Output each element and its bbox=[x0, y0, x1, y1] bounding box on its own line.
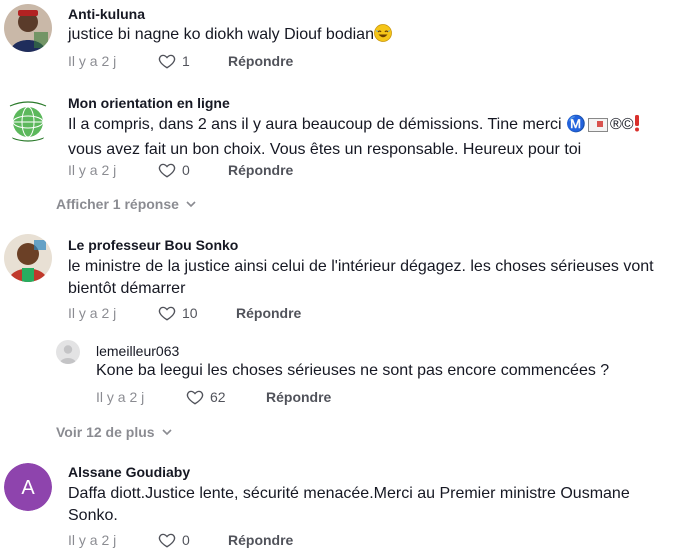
chevron-down-icon bbox=[186, 201, 196, 208]
comment-timestamp: Il y a 2 j bbox=[68, 305, 117, 321]
like-count: 62 bbox=[210, 389, 226, 405]
reply-button[interactable]: Répondre bbox=[228, 162, 293, 178]
comment-meta: Il y a 2 j 0 Répondre bbox=[68, 160, 293, 180]
reply-meta: Il y a 2 j 62 Répondre bbox=[96, 387, 331, 407]
comment-username[interactable]: Mon orientation en ligne bbox=[68, 94, 230, 112]
letter-avatar: A bbox=[4, 463, 52, 511]
view-more-replies-button[interactable]: Voir 12 de plus bbox=[56, 424, 173, 440]
reply-button[interactable]: Répondre bbox=[236, 305, 301, 321]
reply-username[interactable]: lemeilleur063 bbox=[96, 342, 179, 360]
comment-text-line1: Il a compris, dans 2 ans il y aura beauc… bbox=[68, 116, 586, 133]
show-replies-button[interactable]: Afficher 1 réponse bbox=[56, 196, 197, 212]
avatar-photo bbox=[4, 234, 52, 282]
comment-timestamp: Il y a 2 j bbox=[68, 162, 117, 178]
comment-text-body: justice bi nagne ko diokh waly Diouf bod… bbox=[68, 26, 374, 43]
reply-button[interactable]: Répondre bbox=[228, 53, 293, 69]
view-more-label: Voir 12 de plus bbox=[56, 424, 155, 440]
chevron-down-icon bbox=[161, 429, 172, 436]
heart-icon bbox=[158, 306, 176, 321]
reply-timestamp: Il y a 2 j bbox=[96, 389, 145, 405]
globe-logo-avatar bbox=[4, 96, 52, 144]
comment-timestamp: Il y a 2 j bbox=[68, 53, 117, 69]
reply-text: Kone ba leegui les choses sérieuses ne s… bbox=[96, 362, 610, 379]
like-button[interactable]: 1 bbox=[158, 52, 222, 70]
reply-button[interactable]: Répondre bbox=[228, 532, 293, 548]
comment-meta: Il y a 2 j 1 Répondre bbox=[68, 51, 293, 71]
comment-text: Daffa diott.Justice lente, sécurité mena… bbox=[68, 485, 630, 524]
like-count: 1 bbox=[182, 53, 190, 69]
like-count: 0 bbox=[182, 162, 190, 178]
comment-text-symbols: ®© bbox=[609, 116, 634, 133]
like-button[interactable]: 0 bbox=[158, 161, 222, 179]
show-replies-label: Afficher 1 réponse bbox=[56, 196, 179, 212]
default-user-avatar bbox=[56, 340, 80, 364]
heart-icon bbox=[158, 533, 176, 548]
avatar[interactable] bbox=[56, 340, 80, 364]
exclamation-icon bbox=[634, 114, 640, 139]
heart-icon bbox=[158, 54, 176, 69]
envelope-emoji-icon bbox=[587, 117, 608, 139]
comment-item: Anti-kuluna justice bi nagne ko diokh wa… bbox=[0, 0, 700, 80]
like-count: 0 bbox=[182, 532, 190, 548]
comment-username[interactable]: Le professeur Bou Sonko bbox=[68, 236, 238, 254]
comment-text-line2: vous avez fait un bon choix. Vous êtes u… bbox=[68, 141, 582, 158]
comment-timestamp: Il y a 2 j bbox=[68, 532, 117, 548]
avatar[interactable] bbox=[4, 96, 52, 144]
comment-username[interactable]: Alssane Goudiaby bbox=[68, 463, 190, 481]
heart-icon bbox=[158, 163, 176, 178]
comment-item: A Alssane Goudiaby Daffa diott.Justice l… bbox=[0, 455, 700, 553]
comment-text: Il a compris, dans 2 ans il y aura beauc… bbox=[68, 114, 688, 161]
reply-button[interactable]: Répondre bbox=[266, 389, 331, 405]
like-button[interactable]: 10 bbox=[158, 304, 230, 322]
avatar-letter: A bbox=[21, 477, 35, 499]
like-button[interactable]: 62 bbox=[186, 388, 260, 406]
comment-text: justice bi nagne ko diokh waly Diouf bod… bbox=[68, 24, 688, 49]
comment-text: le ministre de la justice ainsi celui de… bbox=[68, 258, 654, 297]
rofl-emoji-icon bbox=[374, 24, 392, 49]
like-count: 10 bbox=[182, 305, 198, 321]
comment-item: Mon orientation en ligne Il a compris, d… bbox=[0, 88, 700, 218]
comment-meta: Il y a 2 j 0 Répondre bbox=[68, 530, 293, 550]
avatar[interactable] bbox=[4, 234, 52, 282]
heart-icon bbox=[186, 390, 204, 405]
comment-meta: Il y a 2 j 10 Répondre bbox=[68, 303, 301, 323]
comment-item: Le professeur Bou Sonko le ministre de l… bbox=[0, 226, 700, 446]
avatar[interactable]: A bbox=[4, 463, 52, 511]
like-button[interactable]: 0 bbox=[158, 531, 222, 549]
avatar-photo bbox=[4, 4, 52, 52]
comment-username[interactable]: Anti-kuluna bbox=[68, 5, 145, 23]
avatar[interactable] bbox=[4, 4, 52, 52]
